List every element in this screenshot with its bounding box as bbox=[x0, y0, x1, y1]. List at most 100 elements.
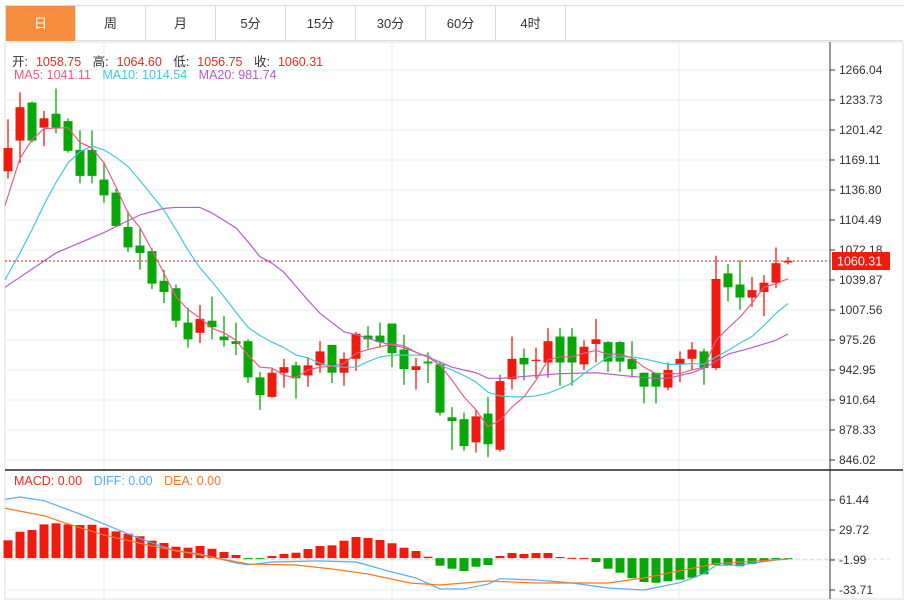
macd-bar bbox=[63, 524, 73, 559]
candle-down bbox=[135, 245, 145, 253]
candle-down bbox=[519, 357, 529, 365]
candle-down bbox=[447, 417, 457, 422]
candle-down bbox=[387, 323, 397, 354]
macd-bar bbox=[471, 558, 481, 567]
macd-bar bbox=[531, 553, 541, 559]
candle-up bbox=[39, 118, 49, 128]
macd-bar bbox=[291, 552, 301, 559]
candle-down bbox=[423, 361, 433, 364]
candle-up bbox=[531, 359, 541, 361]
macd-bar bbox=[159, 542, 169, 559]
candle-down bbox=[27, 102, 37, 141]
ma10-value: MA10: 1014.54 bbox=[102, 68, 188, 82]
macd-value: MACD: 0.00 bbox=[14, 474, 83, 488]
price-tick-label: 1169.11 bbox=[839, 153, 881, 167]
macd-bar bbox=[15, 531, 25, 559]
macd-bar bbox=[579, 557, 589, 559]
macd-legend: MACD: 0.00 DIFF: 0.00 DEA: 0.00 bbox=[14, 474, 229, 488]
macd-tick-label: -33.71 bbox=[839, 583, 873, 597]
macd-tick-label: 61.44 bbox=[839, 493, 869, 507]
macd-panel bbox=[3, 496, 890, 591]
macd-bar bbox=[603, 558, 613, 569]
diff-value: DIFF: 0.00 bbox=[93, 474, 153, 488]
macd-bar bbox=[231, 554, 241, 559]
price-tick-label: 1039.87 bbox=[839, 273, 883, 287]
macd-bar bbox=[99, 527, 109, 559]
candle-up bbox=[771, 263, 781, 283]
macd-bar bbox=[363, 537, 373, 559]
macd-bar bbox=[387, 543, 397, 559]
macd-bar bbox=[447, 558, 457, 569]
price-tick-label: 910.64 bbox=[839, 393, 876, 407]
candle-down bbox=[723, 273, 733, 288]
close-value: 1060.31 bbox=[277, 55, 324, 69]
macd-bar bbox=[195, 546, 205, 559]
macd-bar bbox=[123, 533, 133, 559]
open-label: 开: bbox=[12, 55, 28, 69]
candle-down bbox=[183, 322, 193, 340]
dea-value: DEA: 0.00 bbox=[164, 474, 222, 488]
macd-bar bbox=[435, 558, 445, 566]
macd-bar bbox=[267, 556, 277, 559]
macd-bar bbox=[483, 558, 493, 566]
macd-bar bbox=[543, 553, 553, 559]
candle-down bbox=[399, 349, 409, 370]
candle-down bbox=[171, 288, 181, 321]
candle-up bbox=[579, 346, 589, 365]
candle-down bbox=[159, 280, 169, 292]
ma20-value: MA20: 981.74 bbox=[198, 68, 277, 82]
ma-lines bbox=[4, 126, 830, 428]
kline-chart[interactable]: 1266.04 1233.73 1201.42 1169.11 1136.80 1104.… bbox=[0, 0, 909, 601]
macd-bar bbox=[399, 547, 409, 559]
macd-bar bbox=[39, 524, 49, 559]
macd-bar bbox=[51, 523, 61, 559]
candle-down bbox=[459, 419, 469, 447]
macd-bar bbox=[423, 556, 433, 559]
candle-down bbox=[51, 113, 61, 128]
macd-bar bbox=[663, 558, 673, 582]
macd-bar bbox=[315, 546, 325, 559]
candle-down bbox=[87, 149, 97, 176]
low-value: 1056.75 bbox=[197, 55, 243, 69]
candle-down bbox=[735, 284, 745, 298]
price-tick-label: 1104.49 bbox=[839, 213, 882, 227]
candle-up bbox=[471, 416, 481, 443]
macd-bar bbox=[675, 558, 685, 580]
macd-bar bbox=[327, 545, 337, 559]
ma10-line bbox=[4, 145, 789, 398]
candle-up bbox=[687, 349, 697, 359]
macd-bar bbox=[3, 540, 13, 559]
price-tick-label: 1201.42 bbox=[839, 123, 883, 137]
candle-down bbox=[123, 226, 133, 248]
macd-bar bbox=[111, 531, 121, 559]
macd-bar bbox=[243, 558, 253, 560]
macd-bar bbox=[627, 558, 637, 579]
macd-bar bbox=[219, 551, 229, 559]
candle-down bbox=[75, 149, 85, 176]
macd-bar bbox=[567, 557, 577, 559]
candle-down bbox=[483, 413, 493, 445]
last-price-label: 1060.31 bbox=[837, 255, 882, 269]
close-label: 收: bbox=[253, 55, 270, 69]
macd-bar bbox=[519, 553, 529, 559]
open-value: 1058.75 bbox=[35, 55, 82, 69]
candle-down bbox=[219, 336, 229, 341]
price-tick-label: 1136.80 bbox=[839, 183, 882, 197]
candle-up bbox=[783, 261, 793, 263]
candle-down bbox=[639, 372, 649, 387]
macd-bar bbox=[351, 537, 361, 559]
macd-bar bbox=[303, 549, 313, 559]
candle-up bbox=[411, 366, 421, 370]
macd-bar bbox=[615, 558, 625, 573]
macd-bar bbox=[507, 553, 517, 559]
candle-down bbox=[63, 121, 73, 151]
macd-bar bbox=[375, 539, 385, 559]
candle-up bbox=[267, 372, 277, 397]
macd-bar bbox=[171, 546, 181, 559]
macd-bar bbox=[723, 558, 733, 566]
high-label: 高: bbox=[92, 55, 109, 69]
candle-down bbox=[255, 377, 265, 396]
candle-down bbox=[327, 344, 337, 373]
ma5-value: MA5: 1041.11 bbox=[14, 68, 91, 82]
macd-bar bbox=[495, 556, 505, 559]
